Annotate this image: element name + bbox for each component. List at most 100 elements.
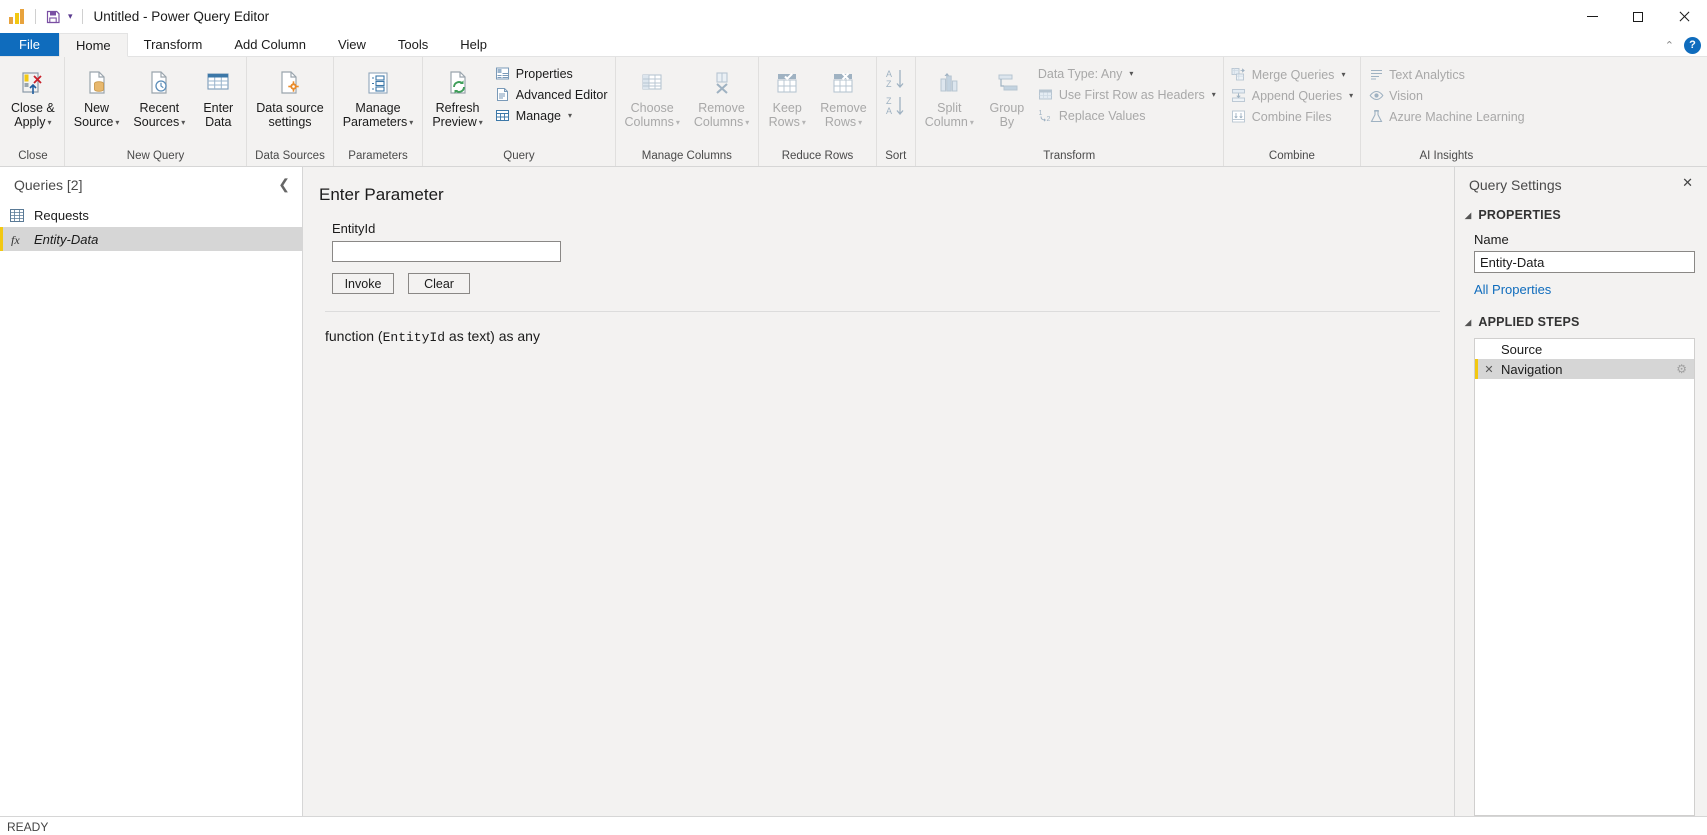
text-analytics-button[interactable]: Text Analytics: [1363, 64, 1530, 85]
manage-parameters-button[interactable]: Manage Parameters ▾: [336, 62, 421, 132]
svg-text:1: 1: [1039, 110, 1043, 117]
quick-access-caret-icon[interactable]: ▾: [68, 11, 73, 22]
chevron-down-icon[interactable]: ▾: [48, 118, 52, 127]
split-column-button[interactable]: Split Column ▾: [918, 62, 981, 132]
ribbon-group-label-combine: Combine: [1268, 150, 1315, 162]
query-settings-title: Query Settings: [1469, 177, 1562, 193]
query-item-entity-data[interactable]: fx Entity-Data: [0, 227, 302, 251]
append-queries-button[interactable]: Append Queries ▾: [1226, 85, 1358, 106]
tab-home[interactable]: Home: [58, 33, 128, 57]
recent-sources-button[interactable]: Recent Sources ▾: [126, 62, 192, 132]
query-name-input[interactable]: [1474, 251, 1695, 273]
minimize-button[interactable]: [1569, 0, 1615, 33]
tab-file[interactable]: File: [0, 33, 59, 56]
applied-steps-section-header[interactable]: ◢ APPLIED STEPS: [1455, 310, 1707, 334]
sort-descending-icon: Z A: [884, 94, 908, 118]
queries-pane: Queries [2] ❮ Requests fx Entity-Data: [0, 167, 303, 816]
advanced-editor-button[interactable]: Advanced Editor: [490, 84, 613, 105]
chevron-down-icon[interactable]: ▾: [1212, 90, 1216, 99]
ribbon-group-data-sources: Data source settings Data Sources: [246, 57, 332, 166]
group-by-label-2: By: [999, 115, 1015, 129]
gear-icon[interactable]: ⚙: [1676, 362, 1687, 376]
applied-step-navigation[interactable]: ✕ Navigation ⚙: [1475, 359, 1694, 379]
data-source-settings-label-1: Data source: [256, 101, 324, 115]
chevron-down-icon[interactable]: ▾: [181, 118, 185, 127]
collapse-triangle-icon: ◢: [1465, 210, 1472, 220]
azure-machine-learning-button[interactable]: Azure Machine Learning: [1363, 106, 1530, 127]
properties-section-label: PROPERTIES: [1478, 208, 1561, 222]
entity-id-input[interactable]: [332, 241, 561, 262]
function-icon: fx: [8, 233, 26, 246]
window-controls: [1569, 0, 1707, 33]
combine-files-button[interactable]: Combine Files: [1226, 106, 1358, 127]
data-source-settings-button[interactable]: Data source settings: [249, 62, 330, 131]
remove-rows-button[interactable]: Remove Rows ▾: [813, 62, 874, 132]
ribbon-group-label-data-sources: Data Sources: [255, 150, 325, 162]
new-source-button[interactable]: New Source ▾: [67, 62, 127, 132]
query-item-requests[interactable]: Requests: [0, 203, 302, 227]
refresh-preview-button[interactable]: Refresh Preview ▾: [425, 62, 489, 132]
ribbon-group-combine: Merge Queries ▾ Append Queries ▾ Combine…: [1222, 57, 1360, 166]
choose-columns-icon: [637, 65, 667, 101]
enter-data-button[interactable]: Enter Data: [192, 62, 244, 131]
sort-descending-button[interactable]: Z A: [879, 92, 913, 119]
close-and-apply-button[interactable]: Close & Apply ▾: [4, 62, 62, 132]
close-query-settings-icon[interactable]: ✕: [1682, 175, 1693, 191]
tab-view[interactable]: View: [322, 33, 382, 56]
properties-button[interactable]: Properties: [490, 63, 613, 84]
chevron-down-icon[interactable]: ▾: [1341, 70, 1345, 79]
delete-step-icon[interactable]: ✕: [1483, 363, 1495, 376]
enter-parameter-form: Enter Parameter EntityId Invoke Clear fu…: [303, 167, 1454, 345]
manage-label: Manage: [515, 108, 561, 123]
vision-button[interactable]: Vision: [1363, 85, 1530, 106]
collapse-queries-pane-icon[interactable]: ❮: [278, 176, 290, 193]
clear-button[interactable]: Clear: [408, 273, 470, 294]
properties-section-header[interactable]: ◢ PROPERTIES: [1455, 203, 1707, 227]
collapse-ribbon-icon[interactable]: ⌃: [1665, 39, 1674, 52]
chevron-down-icon[interactable]: ▾: [745, 118, 749, 127]
maximize-button[interactable]: [1615, 0, 1661, 33]
tab-help[interactable]: Help: [444, 33, 503, 56]
keep-rows-label-2: Rows: [768, 115, 800, 129]
chevron-down-icon[interactable]: ▾: [409, 118, 413, 127]
manage-icon: [495, 108, 511, 124]
ribbon-group-close: Close & Apply ▾ Close: [2, 57, 64, 166]
window-title: Untitled - Power Query Editor: [93, 9, 270, 24]
remove-rows-label-1: Remove: [820, 101, 867, 115]
status-text: READY: [7, 820, 49, 834]
applied-step-source[interactable]: Source: [1475, 339, 1694, 359]
manage-button[interactable]: Manage ▾: [490, 105, 613, 126]
query-settings-header: Query Settings ✕: [1455, 167, 1707, 203]
invoke-button[interactable]: Invoke: [332, 273, 394, 294]
save-icon[interactable]: [45, 9, 61, 25]
chevron-down-icon[interactable]: ▾: [676, 118, 680, 127]
close-button[interactable]: [1661, 0, 1707, 33]
replace-values-button[interactable]: 1 2 Replace Values: [1033, 105, 1221, 126]
tab-transform[interactable]: Transform: [128, 33, 219, 56]
choose-columns-button[interactable]: Choose Columns ▾: [618, 62, 687, 132]
tab-add-column[interactable]: Add Column: [218, 33, 322, 56]
chevron-down-icon[interactable]: ▾: [568, 111, 572, 120]
query-settings-pane: Query Settings ✕ ◢ PROPERTIES Name All P…: [1454, 167, 1707, 816]
merge-queries-button[interactable]: Merge Queries ▾: [1226, 64, 1358, 85]
help-icon[interactable]: ?: [1684, 36, 1701, 54]
keep-rows-button[interactable]: Keep Rows ▾: [761, 62, 813, 132]
all-properties-link[interactable]: All Properties: [1455, 282, 1707, 297]
data-type-button[interactable]: Data Type: Any ▾: [1033, 63, 1221, 84]
tab-tools[interactable]: Tools: [382, 33, 444, 56]
use-first-row-as-headers-button[interactable]: Use First Row as Headers ▾: [1033, 84, 1221, 105]
chevron-down-icon[interactable]: ▾: [970, 118, 974, 127]
advanced-editor-icon: [495, 87, 511, 103]
chevron-down-icon[interactable]: ▾: [115, 118, 119, 127]
group-by-button[interactable]: Group By: [981, 62, 1033, 131]
chevron-down-icon[interactable]: ▾: [1129, 69, 1133, 78]
chevron-down-icon[interactable]: ▾: [1349, 91, 1353, 100]
remove-columns-button[interactable]: Remove Columns ▾: [687, 62, 756, 132]
chevron-down-icon[interactable]: ▾: [479, 118, 483, 127]
chevron-down-icon[interactable]: ▾: [858, 118, 862, 127]
main-area: Queries [2] ❮ Requests fx Entity-Data En: [0, 167, 1707, 816]
applied-step-label: Source: [1501, 341, 1543, 357]
chevron-down-icon[interactable]: ▾: [802, 118, 806, 127]
text-analytics-icon: [1368, 67, 1384, 83]
sort-ascending-button[interactable]: A Z: [879, 65, 913, 92]
